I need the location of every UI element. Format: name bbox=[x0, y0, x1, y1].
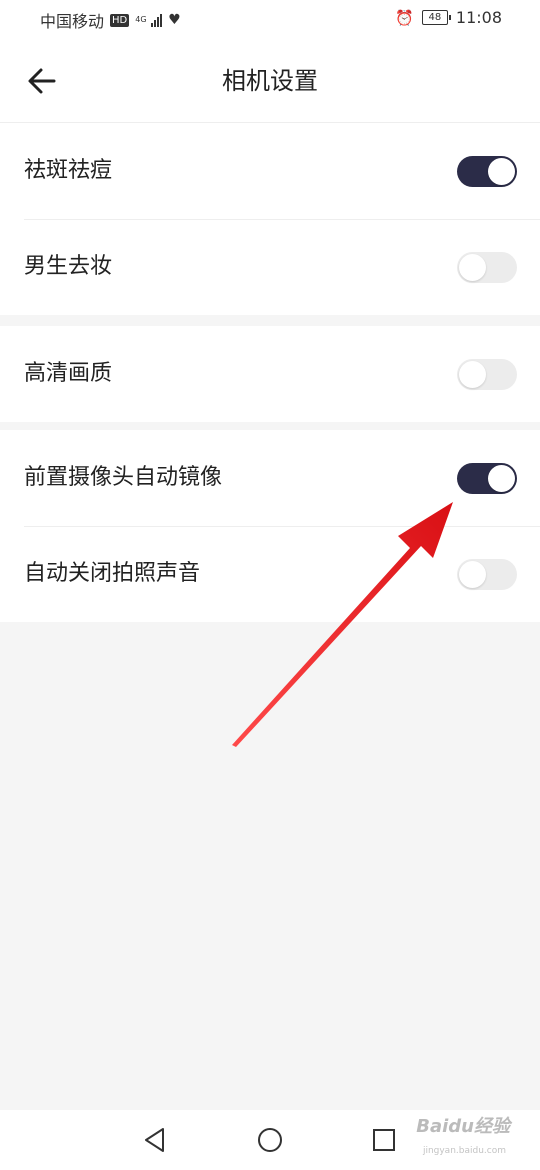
signal-icon bbox=[151, 13, 163, 27]
network-type: 4G bbox=[135, 15, 147, 24]
back-triangle-icon bbox=[145, 1128, 164, 1152]
health-heart-icon: ♥ bbox=[168, 12, 181, 28]
settings-group-beauty: 祛斑祛痘 男生去妆 bbox=[0, 123, 540, 315]
home-circle-icon bbox=[258, 1128, 282, 1152]
setting-row-shutter-sound: 自动关闭拍照声音 bbox=[0, 526, 540, 622]
alarm-icon: ⏰ bbox=[395, 8, 414, 27]
toggle-knob bbox=[488, 465, 515, 492]
status-right: ⏰ 48 11:08 bbox=[395, 8, 502, 27]
nav-recents-button[interactable] bbox=[368, 1124, 400, 1156]
setting-row-blemish: 祛斑祛痘 bbox=[0, 123, 540, 219]
toggle-knob bbox=[459, 254, 486, 281]
setting-label: 男生去妆 bbox=[24, 254, 113, 279]
settings-group-quality: 高清画质 bbox=[0, 326, 540, 422]
remove-makeup-toggle[interactable] bbox=[457, 252, 517, 283]
setting-label: 祛斑祛痘 bbox=[24, 158, 113, 183]
setting-label: 前置摄像头自动镜像 bbox=[24, 465, 223, 490]
setting-row-hd-quality: 高清画质 bbox=[0, 326, 540, 422]
battery-icon: 48 bbox=[421, 10, 451, 25]
setting-row-front-mirror: 前置摄像头自动镜像 bbox=[0, 430, 540, 526]
setting-label: 高清画质 bbox=[24, 361, 113, 386]
toggle-knob bbox=[459, 561, 486, 588]
settings-group-camera: 前置摄像头自动镜像 自动关闭拍照声音 bbox=[0, 430, 540, 622]
toggle-knob bbox=[488, 158, 515, 185]
recents-square-icon bbox=[373, 1129, 395, 1151]
status-left: 中国移动 HD 4G ♥ bbox=[40, 8, 181, 32]
setting-label: 自动关闭拍照声音 bbox=[24, 561, 201, 586]
hd-quality-toggle[interactable] bbox=[457, 359, 517, 390]
carrier-name: 中国移动 bbox=[40, 12, 105, 31]
page-title: 相机设置 bbox=[222, 67, 318, 95]
toggle-knob bbox=[459, 361, 486, 388]
setting-row-remove-makeup: 男生去妆 bbox=[0, 219, 540, 315]
nav-back-button[interactable] bbox=[139, 1124, 171, 1156]
status-bar: 中国移动 HD 4G ♥ ⏰ 48 11:08 bbox=[0, 0, 540, 40]
page-header: 相机设置 bbox=[0, 40, 540, 123]
blemish-toggle[interactable] bbox=[457, 156, 517, 187]
front-mirror-toggle[interactable] bbox=[457, 463, 517, 494]
watermark-url: jingyan.baidu.com bbox=[422, 1146, 506, 1156]
shutter-sound-toggle[interactable] bbox=[457, 559, 517, 590]
status-time: 11:08 bbox=[455, 8, 502, 27]
hd-badge: HD bbox=[110, 13, 130, 27]
nav-home-button[interactable] bbox=[254, 1124, 286, 1156]
watermark-brand: Baidu经验 bbox=[416, 1116, 510, 1137]
